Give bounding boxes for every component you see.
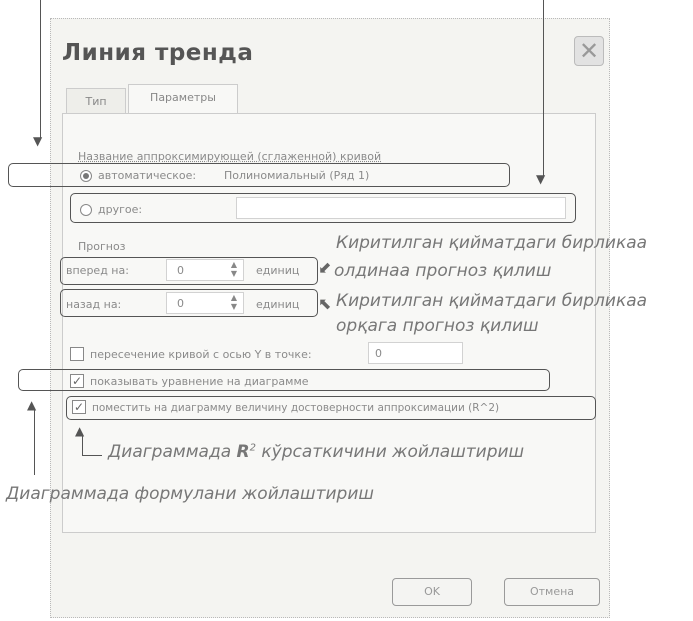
annotation-forward-line2: олдинаа прогноз қилиш	[334, 261, 552, 281]
intercept-label: пересечение кривой с осью Y в точке:	[90, 348, 312, 361]
annotation-backward-line1: Киритилган қийматдаги бирликаа	[336, 291, 648, 311]
close-button[interactable]: ✕	[574, 36, 604, 66]
arrow-line-left	[40, 0, 41, 138]
annotation-r2-symbol: R	[236, 442, 250, 462]
annotation-backward-line2: орқага прогноз қилиш	[336, 316, 539, 336]
arrow-left-icon: ⬋	[318, 258, 332, 277]
annotation-r2-suffix: кўрсаткичини жойлаштириш	[256, 442, 525, 462]
forecast-group-label: Прогноз	[78, 240, 126, 253]
tab-type[interactable]: Тип	[66, 88, 126, 114]
intercept-checkbox[interactable]	[70, 347, 84, 361]
auto-highlight-box	[8, 163, 510, 187]
ok-button[interactable]: OK	[392, 578, 472, 606]
annotation-r2-prefix: Диаграммада	[108, 442, 237, 462]
equation-highlight-box	[18, 369, 550, 391]
arrow-down-icon: ▼	[33, 134, 43, 148]
arrow-line-formula	[34, 410, 35, 475]
annotation-formula: Диаграммада формулани жойлаштириш	[6, 484, 374, 504]
arrow-up-icon: ▲	[27, 398, 37, 412]
annotation-r2: Диаграммада R2 кўрсаткичини жойлаштириш	[108, 442, 524, 462]
approx-group-label: Название аппроксимирующей (сглаженной) к…	[78, 150, 382, 163]
other-highlight-box	[70, 193, 576, 223]
r2-highlight-box	[66, 396, 596, 420]
close-icon: ✕	[578, 37, 600, 65]
cancel-button[interactable]: Отмена	[504, 578, 600, 606]
arrow-left-icon: ⬉	[318, 294, 332, 313]
arrow-down-icon: ▼	[536, 172, 546, 186]
intercept-value: 0	[375, 347, 382, 360]
arrow-up-icon: ▲	[75, 424, 85, 438]
arrow-line-right	[543, 0, 544, 176]
forward-highlight-box	[60, 257, 318, 285]
arrow-line-r2-horizontal	[82, 455, 102, 456]
annotation-forward-line1: Киритилган қийматдаги бирликаа	[336, 233, 648, 253]
tab-parameters[interactable]: Параметры	[128, 84, 238, 114]
dialog-title: Линия тренда	[62, 40, 254, 66]
intercept-input[interactable]: 0	[368, 342, 463, 364]
backward-highlight-box	[60, 289, 318, 317]
